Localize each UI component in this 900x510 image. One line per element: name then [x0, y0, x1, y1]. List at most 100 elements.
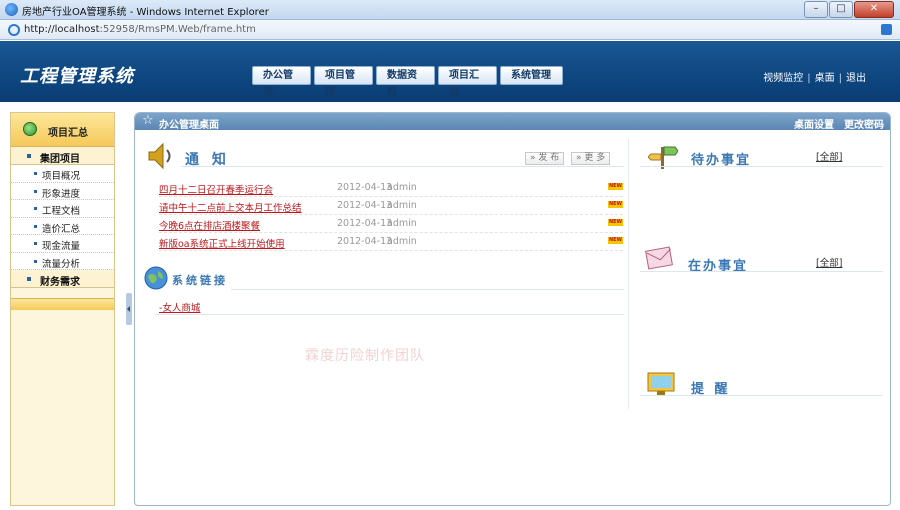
sidebar-item-cost[interactable]: 造价汇总	[11, 217, 114, 235]
speaker-icon	[148, 142, 171, 170]
separator: |	[838, 73, 842, 84]
new-badge: NEW	[608, 183, 623, 190]
more-button[interactable]: » 更 多	[571, 152, 611, 165]
sidebar: 项目汇总 集团项目 项目概况 形象进度 工程文档 造价汇总 现金流量 流量分析 …	[10, 112, 115, 506]
new-badge: NEW	[608, 201, 623, 208]
change-password-link[interactable]: 更改密码	[844, 120, 884, 131]
sidebar-item-documents[interactable]: 工程文档	[11, 200, 114, 218]
list-item: 新版oa系统正式上线开始使用 2012-04-13 admin NEW	[159, 234, 623, 251]
main-panel: ☆ 办公管理桌面 桌面设置 更改密码 通 知 » 发 布 » 更 多 四月十二日召…	[134, 112, 891, 506]
app-logo: 工程管理系统	[20, 66, 134, 87]
notice-user: admin	[387, 236, 417, 247]
notice-date: 2012-04-13	[337, 182, 393, 193]
divider	[640, 166, 883, 167]
bullet-icon	[34, 189, 37, 193]
list-item: 四月十二日召开春季运行会 2012-04-13 admin NEW	[159, 180, 623, 197]
video-link[interactable]: 视频监控	[763, 73, 803, 84]
close-button[interactable]: ✕	[854, 1, 894, 18]
sidebar-item-label: 项目概况	[42, 171, 81, 182]
publish-button[interactable]: » 发 布	[525, 152, 565, 165]
sidebar-item-label: 工程文档	[42, 206, 81, 217]
window-titlebar: 房地产行业OA管理系统 - Windows Internet Explorer …	[0, 0, 900, 20]
group-label: 集团项目	[40, 154, 80, 165]
panel-title: 办公管理桌面	[159, 120, 219, 131]
sidebar-group-finance[interactable]: 财务需求	[11, 270, 114, 288]
monitor-icon	[647, 372, 675, 395]
sidebar-item-label: 流量分析	[42, 258, 81, 270]
globe-icon	[144, 266, 168, 290]
sidebar-item-label: 造价汇总	[42, 223, 81, 235]
divider	[155, 314, 624, 315]
separator: |	[807, 73, 811, 84]
watermark-text: 霖度历险制作团队	[305, 348, 425, 364]
sidebar-item-label: 现金流量	[42, 241, 81, 252]
bullet-icon	[34, 259, 37, 263]
divider	[181, 166, 624, 167]
syslink-women-mall[interactable]: -女人商城	[159, 300, 200, 314]
sidebar-title: 项目汇总	[48, 128, 88, 139]
divider	[231, 289, 624, 290]
divider	[640, 271, 883, 272]
ie-icon	[8, 24, 20, 36]
new-badge: NEW	[608, 237, 623, 244]
nav-summary[interactable]: 项目汇总	[438, 66, 497, 98]
nav-data[interactable]: 数据资料	[376, 66, 435, 98]
new-badge: NEW	[608, 219, 623, 226]
group-label: 财务需求	[40, 277, 80, 288]
url-path: :52958/RmsPM.Web/frame.htm	[99, 24, 256, 35]
sidebar-header[interactable]: 项目汇总	[11, 113, 114, 147]
notice-user: admin	[387, 200, 417, 211]
sidebar-collapse-handle[interactable]	[126, 293, 132, 325]
notice-link[interactable]: 新版oa系统正式上线开始使用	[159, 236, 285, 250]
bullet-icon	[34, 172, 37, 175]
sidebar-item-flow-analysis[interactable]: 流量分析	[11, 252, 114, 270]
bullet-icon	[34, 207, 37, 210]
envelope-icon	[645, 246, 673, 270]
nav-system[interactable]: 系统管理	[500, 66, 563, 85]
panel-header: ☆ 办公管理桌面 桌面设置 更改密码	[135, 113, 890, 131]
logout-link[interactable]: 退出	[846, 73, 866, 84]
window-controls: – □ ✕	[804, 1, 894, 18]
minimize-button[interactable]: –	[804, 1, 828, 18]
list-item: 请中午十二点前上交本月工作总结 2012-04-13 admin NEW	[159, 198, 623, 215]
bullet-icon	[34, 242, 37, 245]
notice-link[interactable]: 请中午十二点前上交本月工作总结	[159, 200, 302, 214]
todo-all-link[interactable]: [全部]	[816, 149, 842, 163]
sidebar-item-cashflow[interactable]: 现金流量	[11, 235, 114, 253]
desktop-settings-link[interactable]: 桌面设置	[794, 120, 834, 131]
bullet-icon	[27, 154, 31, 158]
top-nav: 办公管理 项目管理 数据资料 项目汇总 系统管理	[252, 66, 563, 98]
notice-user: admin	[387, 218, 417, 229]
divider	[640, 395, 883, 396]
notice-date: 2012-04-13	[337, 200, 393, 211]
ie-app-icon	[5, 3, 18, 16]
sidebar-footer	[11, 298, 114, 310]
sidebar-item-label: 形象进度	[42, 188, 81, 200]
syslinks-title: 系统链接	[172, 274, 228, 287]
column-divider	[628, 139, 629, 409]
page-icon	[881, 24, 892, 35]
maximize-button[interactable]: □	[829, 1, 853, 18]
nav-project[interactable]: 项目管理	[314, 66, 373, 98]
notice-link[interactable]: 四月十二日召开春季运行会	[159, 182, 273, 196]
notice-link[interactable]: 今晚6点在排店酒楼聚餐	[159, 218, 260, 232]
notice-date: 2012-04-13	[337, 236, 393, 247]
notice-date: 2012-04-13	[337, 218, 393, 229]
bullet-icon	[27, 277, 31, 281]
nav-office[interactable]: 办公管理	[252, 66, 311, 98]
url-host: http://localhost	[24, 24, 100, 35]
sidebar-group-group-projects[interactable]: 集团项目	[11, 147, 114, 165]
app-header: 工程管理系统 办公管理 项目管理 数据资料 项目汇总 系统管理 视频监控 | 桌面 |…	[0, 41, 900, 102]
sidebar-item-overview[interactable]: 项目概况	[11, 165, 114, 183]
star-icon: ☆	[142, 113, 154, 128]
sidebar-item-progress[interactable]: 形象进度	[11, 182, 114, 200]
notice-user: admin	[387, 182, 417, 193]
doing-all-link[interactable]: [全部]	[816, 255, 842, 269]
url-text[interactable]: http://localhost:52958/RmsPM.Web/frame.h…	[24, 24, 256, 35]
window-title: 房地产行业OA管理系统 - Windows Internet Explorer	[22, 7, 269, 18]
address-bar[interactable]: http://localhost:52958/RmsPM.Web/frame.h…	[0, 20, 900, 40]
header-links: 视频监控 | 桌面 | 退出	[763, 69, 866, 84]
summary-icon	[23, 122, 37, 136]
panel-links: 桌面设置 更改密码	[784, 116, 884, 131]
desktop-link[interactable]: 桌面	[815, 73, 835, 84]
